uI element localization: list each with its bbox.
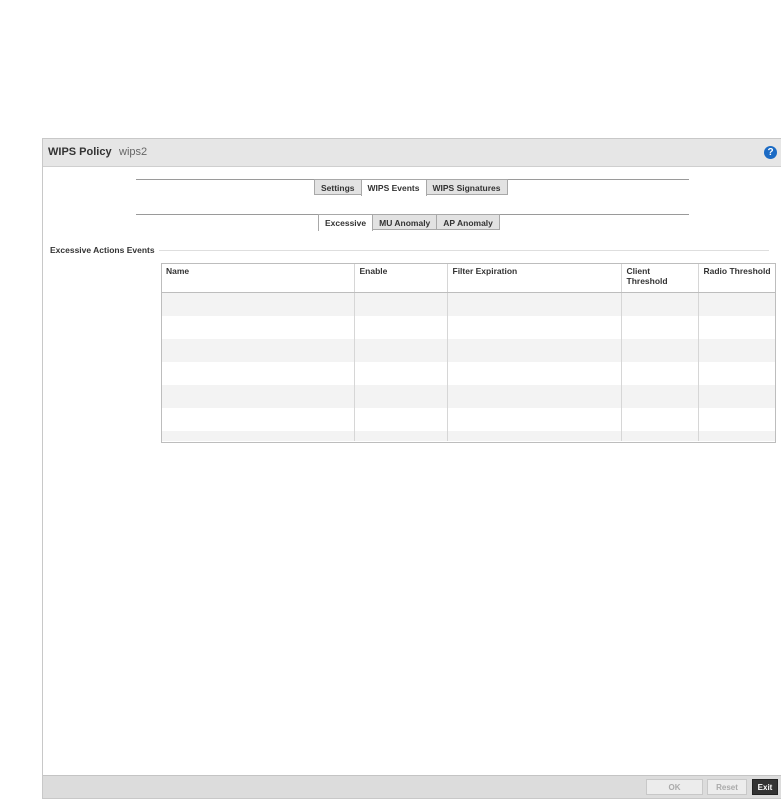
help-icon[interactable]: ?	[764, 146, 777, 159]
table-row	[161, 316, 776, 339]
subtab-mu-anomaly[interactable]: MU Anomaly	[372, 214, 438, 230]
footer-bar: OK Reset Exit	[43, 775, 781, 798]
col-enable-header[interactable]: Enable	[353, 263, 447, 293]
table-row	[161, 408, 776, 431]
table-row	[161, 339, 776, 362]
sub-tabs: Excessive MU Anomaly AP Anomaly	[318, 214, 500, 231]
col-radio-threshold-header[interactable]: Radio Threshold	[697, 263, 776, 293]
reset-button[interactable]: Reset	[707, 779, 747, 795]
tab-wips-signatures[interactable]: WIPS Signatures	[425, 179, 508, 195]
exit-button[interactable]: Exit	[752, 779, 778, 795]
ok-button[interactable]: OK	[646, 779, 703, 795]
section-label: Excessive Actions Events	[50, 245, 159, 255]
subtab-excessive[interactable]: Excessive	[318, 214, 374, 231]
col-filter-expiration-header[interactable]: Filter Expiration	[446, 263, 621, 293]
table-row	[161, 385, 776, 408]
page-title: WIPS Policy	[48, 146, 112, 158]
excessive-events-table: Name Enable Filter Expiration Client Thr…	[161, 263, 776, 441]
section-divider	[158, 250, 769, 251]
tab-settings[interactable]: Settings	[314, 179, 362, 195]
main-tabs: Settings WIPS Events WIPS Signatures	[314, 179, 508, 196]
col-name-header[interactable]: Name	[161, 263, 354, 293]
wips-policy-panel: WIPS Policy wips2 ? Settings WIPS Events…	[42, 138, 781, 799]
table-row	[161, 431, 776, 441]
subtab-ap-anomaly[interactable]: AP Anomaly	[436, 214, 500, 230]
table-header-row: Name Enable Filter Expiration Client Thr…	[161, 263, 776, 293]
tab-wips-events[interactable]: WIPS Events	[360, 179, 427, 196]
table-row	[161, 292, 776, 316]
table-row	[161, 362, 776, 385]
panel-header: WIPS Policy wips2 ?	[43, 139, 781, 167]
policy-name: wips2	[119, 146, 148, 158]
col-client-threshold-header[interactable]: Client Threshold	[620, 263, 698, 293]
